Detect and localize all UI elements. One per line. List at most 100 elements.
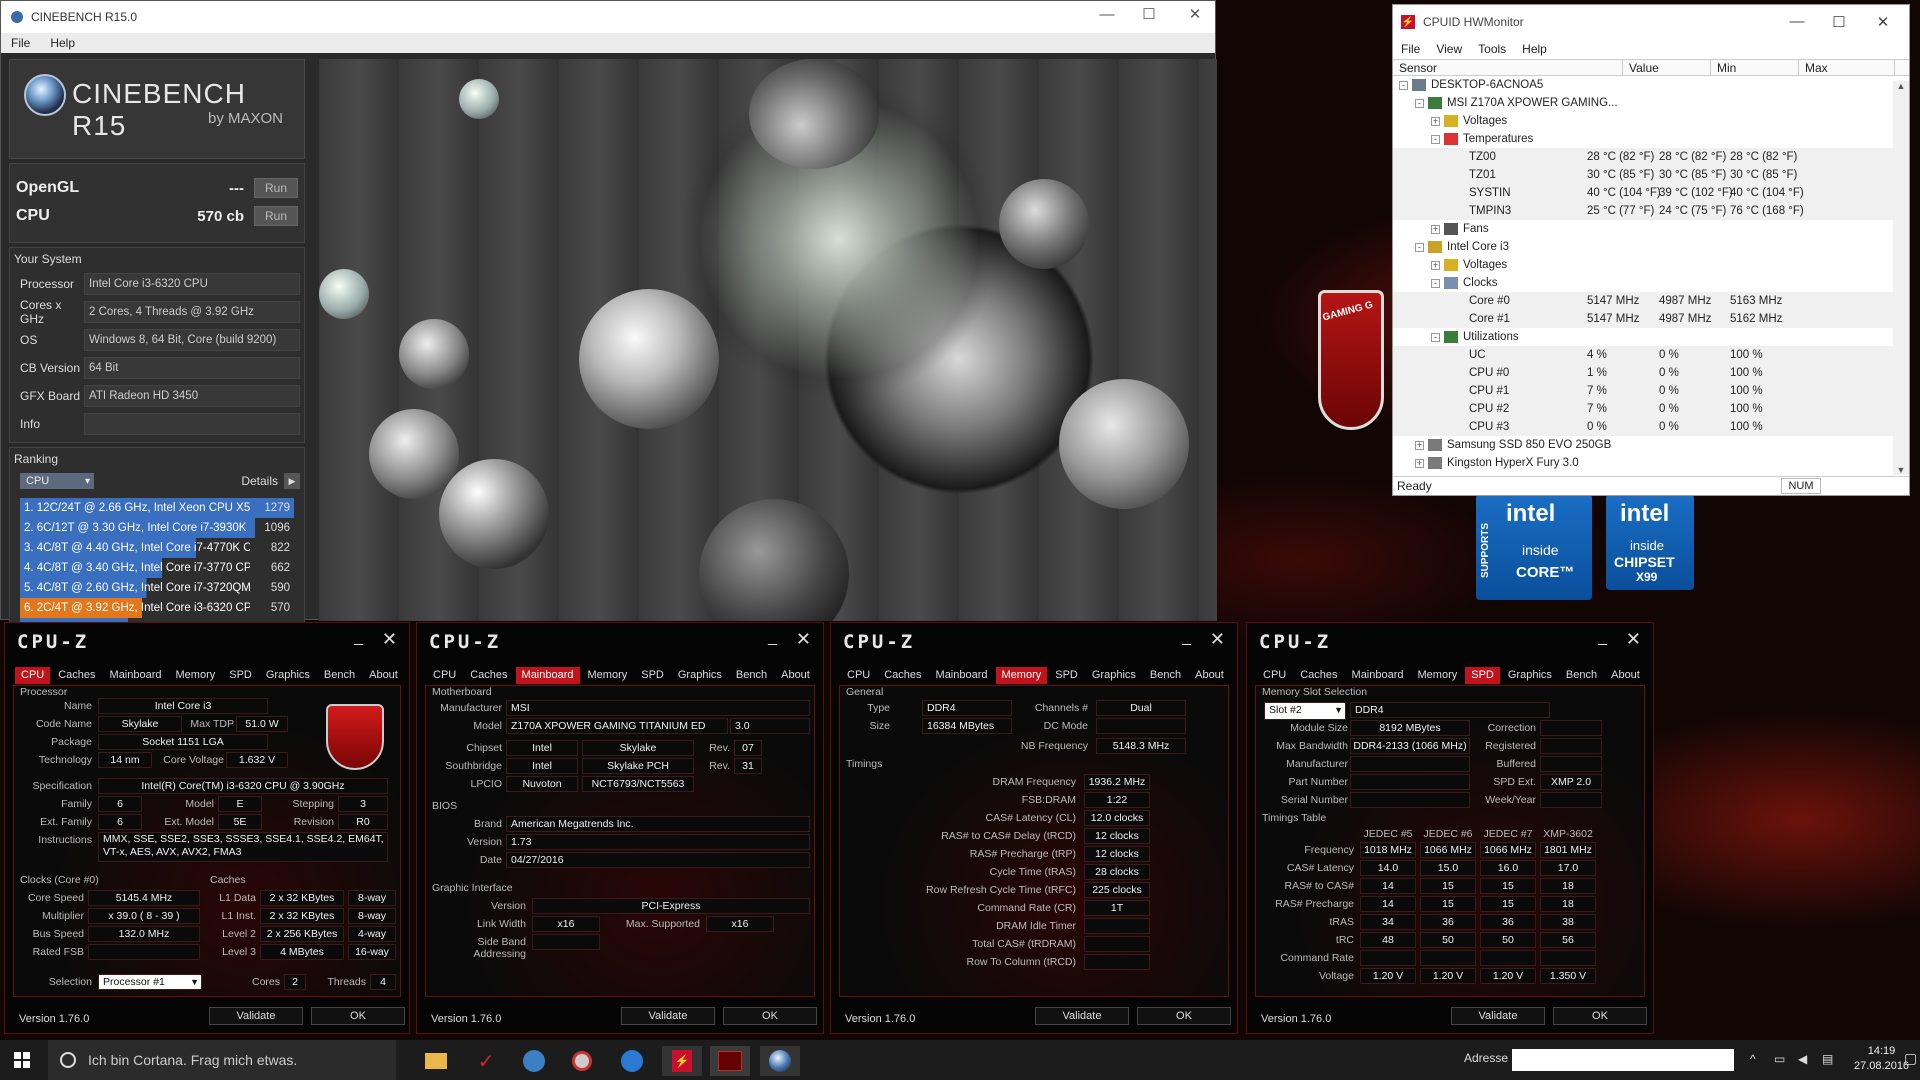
- tab-about[interactable]: About: [775, 667, 816, 684]
- sensor-row[interactable]: - DESKTOP-6ACNOA5: [1393, 76, 1909, 94]
- collapse-icon[interactable]: -: [1399, 80, 1408, 90]
- minimize-icon[interactable]: —: [1789, 13, 1805, 30]
- maximize-icon[interactable]: ☐: [1831, 13, 1847, 31]
- minimize-icon[interactable]: —: [1099, 7, 1115, 23]
- processor-select[interactable]: Processor #1 ▼: [98, 974, 202, 990]
- tab-spd[interactable]: SPD: [1465, 667, 1500, 684]
- close-icon[interactable]: ✕: [1626, 629, 1641, 650]
- sensor-row[interactable]: - Clocks: [1393, 274, 1909, 292]
- sensor-row[interactable]: UC 4 % 0 % 100 %: [1393, 346, 1909, 364]
- sensor-row[interactable]: TZ00 28 °C (82 °F) 28 °C (82 °F) 28 °C (82 …: [1393, 148, 1909, 166]
- tab-mainboard[interactable]: Mainboard: [104, 667, 168, 684]
- validate-button[interactable]: Validate: [209, 1007, 303, 1025]
- ranking-entry[interactable]: 5. 4C/8T @ 2.60 GHz, Intel Core i7-3720Q…: [20, 578, 294, 598]
- collapse-icon[interactable]: -: [1415, 242, 1424, 252]
- scroll-up-icon[interactable]: ▲: [1893, 81, 1909, 91]
- file-explorer-icon[interactable]: [416, 1046, 456, 1076]
- tab-spd[interactable]: SPD: [635, 667, 670, 684]
- tab-cpu[interactable]: CPU: [15, 667, 51, 684]
- collapse-icon[interactable]: -: [1415, 98, 1424, 108]
- sensor-row[interactable]: + Voltages: [1393, 256, 1909, 274]
- ranking-entry[interactable]: 2. 6C/12T @ 3.30 GHz, Intel Core i7-3930…: [20, 518, 294, 538]
- cpu-run-button[interactable]: Run: [254, 206, 298, 226]
- sensor-row[interactable]: CPU #2 7 % 0 % 100 %: [1393, 400, 1909, 418]
- ranking-entry[interactable]: 6. 2C/4T @ 3.92 GHz, Intel Core i3-6320 …: [20, 598, 294, 618]
- menu-help[interactable]: Help: [1514, 42, 1555, 56]
- validate-button[interactable]: Validate: [1451, 1007, 1545, 1025]
- menu-view[interactable]: View: [1428, 42, 1470, 56]
- collapse-icon[interactable]: -: [1431, 278, 1440, 288]
- scroll-down-icon[interactable]: ▼: [1893, 465, 1909, 475]
- tab-bench[interactable]: Bench: [1560, 667, 1603, 684]
- collapse-icon[interactable]: -: [1431, 332, 1440, 342]
- tab-mainboard[interactable]: Mainboard: [930, 667, 994, 684]
- close-icon[interactable]: ✕: [1210, 629, 1225, 650]
- tab-caches[interactable]: Caches: [878, 667, 927, 684]
- system-clock[interactable]: 14:19 27.08.2016: [1854, 1044, 1909, 1074]
- close-icon[interactable]: ✕: [1875, 13, 1891, 31]
- cinebench-task-icon[interactable]: [760, 1046, 800, 1076]
- minimize-icon[interactable]: _: [1182, 629, 1191, 647]
- sensor-row[interactable]: CPU #0 1 % 0 % 100 %: [1393, 364, 1909, 382]
- sensor-row[interactable]: - Temperatures: [1393, 130, 1909, 148]
- tab-about[interactable]: About: [1189, 667, 1230, 684]
- opengl-run-button[interactable]: Run: [254, 178, 298, 198]
- network-icon[interactable]: ▭: [1774, 1052, 1785, 1066]
- tab-memory[interactable]: Memory: [582, 667, 634, 684]
- tab-graphics[interactable]: Graphics: [1086, 667, 1142, 684]
- tab-graphics[interactable]: Graphics: [672, 667, 728, 684]
- cpuid-app-icon[interactable]: [612, 1046, 652, 1076]
- maximize-icon[interactable]: ☐: [1141, 7, 1157, 23]
- tab-memory[interactable]: Memory: [1412, 667, 1464, 684]
- tab-caches[interactable]: Caches: [464, 667, 513, 684]
- sensor-row[interactable]: CPU #1 7 % 0 % 100 %: [1393, 382, 1909, 400]
- tab-bench[interactable]: Bench: [318, 667, 361, 684]
- ok-button[interactable]: OK: [1553, 1007, 1647, 1025]
- tab-memory[interactable]: Memory: [170, 667, 222, 684]
- tab-graphics[interactable]: Graphics: [1502, 667, 1558, 684]
- sensor-row[interactable]: + Fans: [1393, 220, 1909, 238]
- sensor-scrollbar[interactable]: ▲ ▼: [1893, 81, 1909, 475]
- close-icon[interactable]: ✕: [382, 629, 397, 650]
- ranking-entry[interactable]: 3. 4C/8T @ 4.40 GHz, Intel Core i7-4770K…: [20, 538, 294, 558]
- tab-spd[interactable]: SPD: [1049, 667, 1084, 684]
- collapse-icon[interactable]: -: [1431, 134, 1440, 144]
- minimize-icon[interactable]: _: [1598, 629, 1607, 647]
- tab-about[interactable]: About: [363, 667, 404, 684]
- tab-bench[interactable]: Bench: [730, 667, 773, 684]
- tab-graphics[interactable]: Graphics: [260, 667, 316, 684]
- tray-chevron-icon[interactable]: ^: [1750, 1052, 1756, 1066]
- tab-bench[interactable]: Bench: [1144, 667, 1187, 684]
- close-icon[interactable]: ✕: [1187, 7, 1203, 23]
- cortana-search-box[interactable]: Ich bin Cortana. Frag mich etwas.: [48, 1040, 396, 1080]
- close-icon[interactable]: ✕: [796, 629, 811, 650]
- expand-icon[interactable]: +: [1431, 224, 1440, 234]
- ok-button[interactable]: OK: [1137, 1007, 1231, 1025]
- cpuz-task-icon[interactable]: [710, 1046, 750, 1076]
- expand-icon[interactable]: +: [1415, 458, 1424, 468]
- expand-icon[interactable]: +: [1415, 440, 1424, 450]
- sensor-row[interactable]: - Utilizations: [1393, 328, 1909, 346]
- col-max[interactable]: Max: [1799, 60, 1895, 75]
- volume-icon[interactable]: ◀: [1798, 1052, 1807, 1066]
- menu-tools[interactable]: Tools: [1470, 42, 1514, 56]
- minimize-icon[interactable]: _: [768, 629, 777, 647]
- validate-button[interactable]: Validate: [1035, 1007, 1129, 1025]
- sensor-row[interactable]: + Kingston HyperX Fury 3.0: [1393, 454, 1909, 472]
- sensor-row[interactable]: SYSTIN 40 °C (104 °F) 39 °C (102 °F) 40 °C …: [1393, 184, 1909, 202]
- keyboard-icon[interactable]: ▤: [1822, 1052, 1833, 1066]
- menu-file[interactable]: File: [1393, 42, 1428, 56]
- menu-file[interactable]: File: [1, 36, 40, 50]
- tab-cpu[interactable]: CPU: [427, 667, 462, 684]
- sensor-row[interactable]: Core #0 5147 MHz 4987 MHz 5163 MHz: [1393, 292, 1909, 310]
- ranking-entry[interactable]: 1. 12C/24T @ 2.66 GHz, Intel Xeon CPU X5…: [20, 498, 294, 518]
- ranking-entry[interactable]: 4. 4C/8T @ 3.40 GHz, Intel Core i7-3770 …: [20, 558, 294, 578]
- details-arrow-icon[interactable]: ▶: [284, 473, 300, 489]
- tab-cpu[interactable]: CPU: [1257, 667, 1292, 684]
- col-sensor[interactable]: Sensor: [1393, 60, 1623, 75]
- slot-select[interactable]: Slot #2 ▼: [1264, 702, 1346, 720]
- tab-mainboard[interactable]: Mainboard: [515, 667, 580, 684]
- ok-button[interactable]: OK: [311, 1007, 405, 1025]
- ok-button[interactable]: OK: [723, 1007, 817, 1025]
- sensor-row[interactable]: + Samsung SSD 850 EVO 250GB: [1393, 436, 1909, 454]
